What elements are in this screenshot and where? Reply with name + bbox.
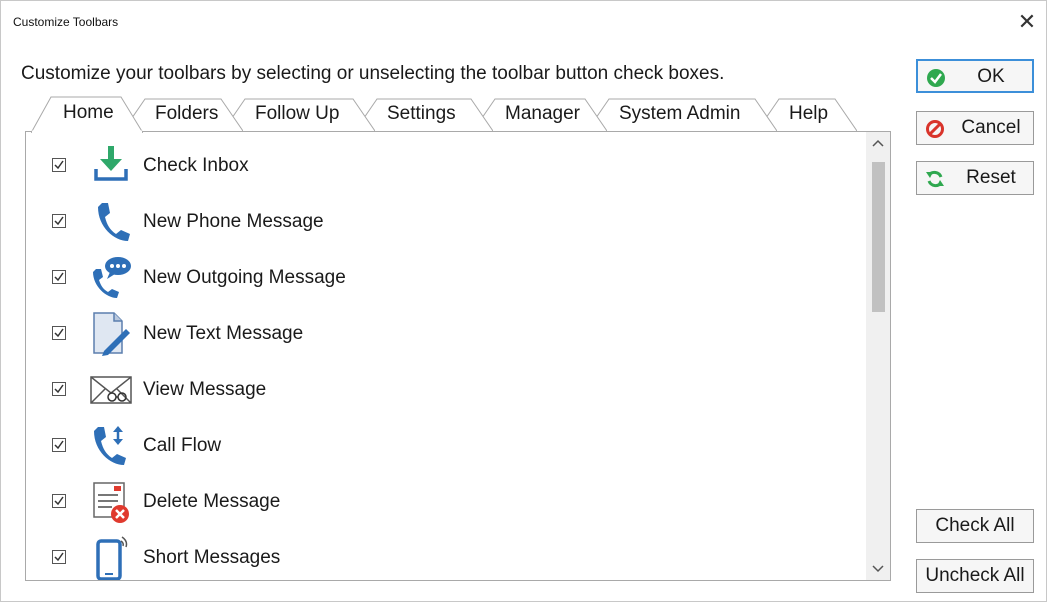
checkmark-icon	[54, 328, 64, 338]
item-checkbox[interactable]	[52, 382, 66, 396]
check-circle-icon	[927, 69, 945, 87]
checkmark-icon	[54, 440, 64, 450]
customize-toolbars-dialog: Customize Toolbars ✕ Customize your tool…	[0, 0, 1047, 602]
tab-label: Settings	[387, 103, 456, 124]
check-all-button[interactable]: Check All	[916, 509, 1034, 543]
tab-system-admin[interactable]: System Admin	[587, 97, 777, 131]
item-checkbox[interactable]	[52, 158, 66, 172]
item-label: View Message	[143, 379, 267, 400]
tab-strip: Help System Admin Manager Settings Follo…	[31, 95, 891, 133]
refresh-icon	[926, 170, 944, 188]
checkmark-icon	[54, 496, 64, 506]
list-item[interactable]: Check Inbox	[26, 138, 866, 194]
download-inbox-icon	[94, 146, 128, 181]
close-button[interactable]: ✕	[1012, 11, 1042, 35]
item-label: Delete Message	[143, 491, 281, 512]
title-bar: Customize Toolbars ✕	[1, 1, 1046, 39]
tab-label: Help	[789, 103, 829, 124]
item-label: Check Inbox	[143, 155, 249, 176]
item-checkbox[interactable]	[52, 214, 66, 228]
scroll-up-button[interactable]	[866, 132, 890, 154]
tab-label: Manager	[505, 103, 580, 124]
tab-settings[interactable]: Settings	[355, 97, 493, 131]
item-label: Call Flow	[143, 435, 222, 456]
uncheck-all-label: Uncheck All	[925, 565, 1025, 586]
list-item[interactable]: Call Flow	[26, 418, 866, 474]
window-title: Customize Toolbars	[13, 15, 119, 29]
chevron-up-icon	[872, 139, 884, 147]
uncheck-all-button[interactable]: Uncheck All	[916, 559, 1034, 593]
list-item[interactable]: New Text Message	[26, 306, 866, 362]
item-label: New Outgoing Message	[143, 267, 346, 288]
phone-speech-bubble-icon	[93, 257, 131, 298]
list-item[interactable]: Delete Message	[26, 474, 866, 530]
document-pen-icon	[93, 312, 130, 356]
item-label: New Text Message	[143, 323, 304, 344]
tab-follow-up[interactable]: Follow Up	[223, 97, 375, 131]
scroll-thumb[interactable]	[872, 162, 885, 312]
reset-button[interactable]: Reset	[916, 161, 1034, 195]
tab-label: System Admin	[619, 103, 741, 124]
toolbar-items-list: Check Inbox New Phone Message New Outgoi…	[25, 131, 891, 581]
ok-label: OK	[977, 66, 1005, 87]
item-checkbox[interactable]	[52, 550, 66, 564]
ok-button[interactable]: OK	[916, 59, 1034, 93]
tab-manager[interactable]: Manager	[473, 97, 607, 131]
scroll-down-button[interactable]	[866, 558, 890, 580]
phone-arrows-icon	[94, 426, 126, 465]
prohibited-icon	[926, 120, 944, 138]
cancel-button[interactable]: Cancel	[916, 111, 1034, 145]
phone-icon	[98, 203, 130, 241]
checkmark-icon	[54, 384, 64, 394]
cancel-label: Cancel	[961, 117, 1021, 138]
item-checkbox[interactable]	[52, 270, 66, 284]
check-all-label: Check All	[935, 515, 1015, 536]
tab-label: Folders	[155, 103, 219, 124]
list-item[interactable]: View Message	[26, 362, 866, 418]
chevron-down-icon	[872, 565, 884, 573]
vertical-scrollbar[interactable]	[866, 132, 890, 580]
reset-label: Reset	[966, 167, 1016, 188]
tab-home[interactable]: Home	[31, 95, 143, 133]
document-delete-icon	[93, 482, 129, 523]
list-item[interactable]: Short Messages	[26, 530, 866, 580]
checkmark-icon	[54, 160, 64, 170]
checkmark-icon	[54, 272, 64, 282]
envelope-glasses-icon	[90, 376, 132, 404]
tab-label: Follow Up	[255, 103, 340, 124]
item-label: Short Messages	[143, 547, 281, 568]
checkmark-icon	[54, 552, 64, 562]
list-item[interactable]: New Outgoing Message	[26, 250, 866, 306]
checkmark-icon	[54, 216, 64, 226]
item-label: New Phone Message	[143, 211, 324, 232]
mobile-signal-icon	[96, 536, 128, 580]
tab-label: Home	[63, 102, 114, 123]
list-item[interactable]: New Phone Message	[26, 194, 866, 250]
instructions-text: Customize your toolbars by selecting or …	[21, 63, 725, 84]
item-checkbox[interactable]	[52, 494, 66, 508]
item-checkbox[interactable]	[52, 438, 66, 452]
item-checkbox[interactable]	[52, 326, 66, 340]
